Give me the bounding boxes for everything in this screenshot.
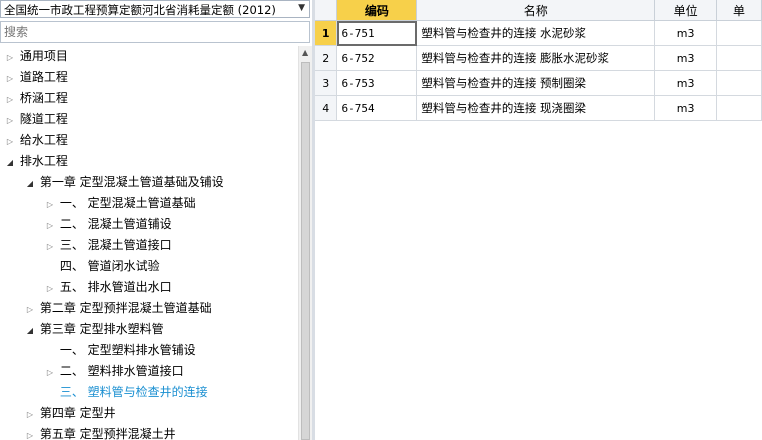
name-cell[interactable]: 塑料管与检查井的连接 水泥砂浆: [416, 20, 656, 46]
expand-icon[interactable]: ▷: [44, 194, 56, 215]
tree-node-road[interactable]: ▷ 道路工程: [4, 67, 68, 88]
tree-node-label: 桥涵工程: [19, 91, 68, 105]
tree-node-label: 排水工程: [19, 154, 68, 168]
column-header-code[interactable]: 编码: [336, 0, 418, 21]
code-cell[interactable]: 6-754: [336, 95, 418, 121]
corner-cell[interactable]: [315, 0, 338, 21]
column-header-extra[interactable]: 单: [716, 0, 762, 21]
tree-node-section[interactable]: ▷ 二、 塑料排水管道接口: [44, 361, 184, 382]
tree-node-bridge[interactable]: ▷ 桥涵工程: [4, 88, 68, 109]
unit-cell[interactable]: m3: [654, 45, 718, 71]
scrollbar-thumb[interactable]: [301, 62, 310, 440]
collapse-icon[interactable]: ◢: [4, 152, 16, 173]
tree-node-label: 三、 混凝土管道接口: [59, 238, 172, 252]
tree-node-water-supply[interactable]: ▷ 给水工程: [4, 130, 68, 151]
extra-cell[interactable]: [716, 20, 762, 46]
row-number[interactable]: 3: [315, 70, 338, 96]
tree-node-label: 第三章 定型排水塑料管: [39, 322, 164, 336]
column-header-unit[interactable]: 单位: [654, 0, 718, 21]
unit-cell[interactable]: m3: [654, 20, 718, 46]
tree-node-section[interactable]: ▷ 五、 排水管道出水口: [44, 277, 172, 298]
arrow-up-icon[interactable]: ▲: [302, 48, 308, 57]
tree-scrollbar[interactable]: ▲: [298, 46, 312, 440]
expand-icon[interactable]: ▷: [44, 362, 56, 383]
tree-node-chapter-1[interactable]: ◢ 第一章 定型混凝土管道基础及铺设: [24, 172, 224, 193]
tree-node-drainage[interactable]: ◢ 排水工程: [4, 151, 68, 172]
code-cell[interactable]: 6-752: [336, 45, 418, 71]
collapse-icon[interactable]: ◢: [24, 173, 36, 194]
extra-cell[interactable]: [716, 95, 762, 121]
expand-icon[interactable]: ▷: [44, 215, 56, 236]
column-header-name[interactable]: 名称: [416, 0, 656, 21]
tree-node-label: 一、 定型混凝土管道基础: [59, 196, 196, 210]
chevron-down-icon[interactable]: ▼: [298, 3, 305, 13]
row-number[interactable]: 1: [315, 20, 338, 46]
tree-node-label: 通用项目: [19, 49, 68, 63]
tree-node-chapter-2[interactable]: ▷ 第二章 定型预拌混凝土管道基础: [24, 298, 212, 319]
expand-icon[interactable]: ▷: [24, 404, 36, 425]
unit-cell[interactable]: m3: [654, 95, 718, 121]
unit-cell[interactable]: m3: [654, 70, 718, 96]
search-input[interactable]: [1, 22, 297, 42]
name-cell[interactable]: 塑料管与检查井的连接 膨胀水泥砂浆: [416, 45, 656, 71]
library-select[interactable]: 全国统一市政工程预算定额河北省消耗量定额 (2012) ▼: [0, 0, 310, 18]
tree-node-chapter-4[interactable]: ▷ 第四章 定型井: [24, 403, 116, 424]
expand-icon[interactable]: ▷: [24, 299, 36, 320]
expand-icon[interactable]: ▷: [24, 425, 36, 440]
tree-node-label: 第一章 定型混凝土管道基础及铺设: [39, 175, 224, 189]
extra-cell[interactable]: [716, 70, 762, 96]
tree-node-chapter-5[interactable]: ▷ 第五章 定型预拌混凝土井: [24, 424, 176, 440]
expand-icon[interactable]: ▷: [4, 110, 16, 131]
name-cell[interactable]: 塑料管与检查井的连接 预制圈梁: [416, 70, 656, 96]
collapse-icon[interactable]: ◢: [24, 320, 36, 341]
tree-node-label: 四、 管道闭水试验: [59, 259, 160, 273]
tree-node-general[interactable]: ▷ 通用项目: [4, 46, 68, 67]
tree-node-label: 二、 塑料排水管道接口: [59, 364, 184, 378]
extra-cell[interactable]: [716, 45, 762, 71]
tree-node-section[interactable]: 四、 管道闭水试验: [44, 256, 160, 277]
tree-node-label: 第五章 定型预拌混凝土井: [39, 427, 176, 440]
tree-node-label: 给水工程: [19, 133, 68, 147]
library-panel: 全国统一市政工程预算定额河北省消耗量定额 (2012) ▼ ▷ 通用项目 ▷ 道…: [0, 0, 312, 440]
code-cell[interactable]: 6-751: [336, 20, 418, 46]
table-row[interactable]: 1 6-751 塑料管与检查井的连接 水泥砂浆 m3: [315, 20, 762, 46]
tree-node-label: 三、 塑料管与检查井的连接: [59, 385, 208, 399]
expand-icon[interactable]: ▷: [4, 89, 16, 110]
tree-node-label: 第二章 定型预拌混凝土管道基础: [39, 301, 212, 315]
tree-node-label: 道路工程: [19, 70, 68, 84]
code-cell[interactable]: 6-753: [336, 70, 418, 96]
tree-node-section[interactable]: ▷ 一、 定型混凝土管道基础: [44, 193, 196, 214]
tree-node-label: 一、 定型塑料排水管铺设: [59, 343, 196, 357]
tree-node-section[interactable]: ▷ 二、 混凝土管道铺设: [44, 214, 172, 235]
row-number[interactable]: 4: [315, 95, 338, 121]
table-row[interactable]: 4 6-754 塑料管与检查井的连接 现浇圈梁 m3: [315, 95, 762, 121]
tree-node-label: 第四章 定型井: [39, 406, 116, 420]
table-row[interactable]: 2 6-752 塑料管与检查井的连接 膨胀水泥砂浆 m3: [315, 45, 762, 71]
tree-node-chapter-3[interactable]: ◢ 第三章 定型排水塑料管: [24, 319, 164, 340]
search-box[interactable]: [0, 21, 310, 43]
expand-icon[interactable]: ▷: [4, 47, 16, 68]
expand-icon[interactable]: ▷: [44, 278, 56, 299]
tree-node-label: 二、 混凝土管道铺设: [59, 217, 172, 231]
tree-node-tunnel[interactable]: ▷ 隧道工程: [4, 109, 68, 130]
table-row[interactable]: 3 6-753 塑料管与检查井的连接 预制圈梁 m3: [315, 70, 762, 96]
expand-icon[interactable]: ▷: [4, 131, 16, 152]
tree-node-section[interactable]: ▷ 三、 混凝土管道接口: [44, 235, 172, 256]
tree-node-label: 五、 排水管道出水口: [59, 280, 172, 294]
expand-icon[interactable]: ▷: [44, 236, 56, 257]
name-cell[interactable]: 塑料管与检查井的连接 现浇圈梁: [416, 95, 656, 121]
expand-icon[interactable]: ▷: [4, 68, 16, 89]
tree-node-label: 隧道工程: [19, 112, 68, 126]
quota-grid: 编码 名称 单位 单 1 6-751 塑料管与检查井的连接 水泥砂浆 m3 2 …: [315, 0, 762, 440]
chapter-tree: ▷ 通用项目 ▷ 道路工程 ▷ 桥涵工程 ▷ 隧道工程 ▷ 给水工程 ◢ 排水工…: [0, 46, 298, 440]
library-select-value: 全国统一市政工程预算定额河北省消耗量定额 (2012): [4, 3, 276, 17]
row-number[interactable]: 2: [315, 45, 338, 71]
tree-node-selected[interactable]: 三、 塑料管与检查井的连接: [44, 382, 208, 403]
tree-node-section[interactable]: 一、 定型塑料排水管铺设: [44, 340, 196, 361]
